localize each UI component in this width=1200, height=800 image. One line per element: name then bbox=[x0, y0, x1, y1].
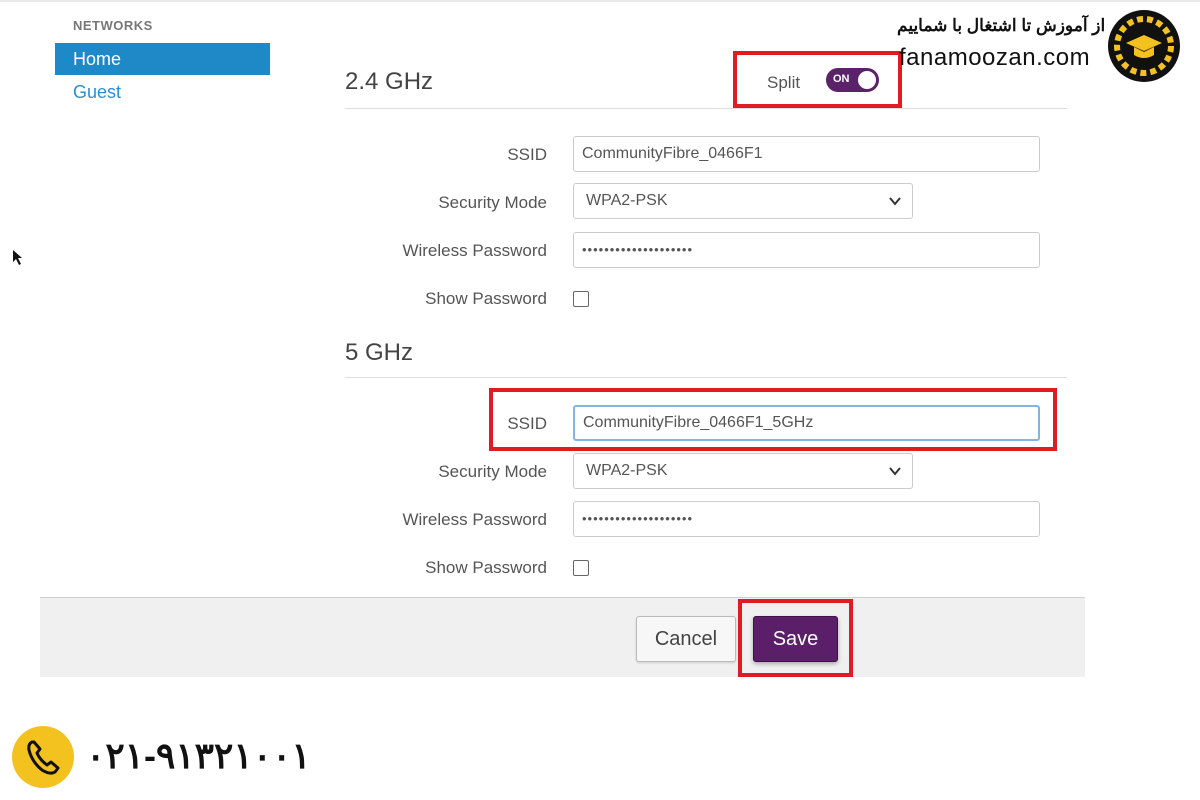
toggle-knob bbox=[858, 71, 876, 89]
brand-site: fanamoozan.com bbox=[899, 44, 1091, 71]
ssid-input-5[interactable] bbox=[573, 405, 1040, 441]
show-password-label-5: Show Password bbox=[425, 558, 547, 577]
ssid-label-24: SSID bbox=[507, 145, 547, 164]
ssid-input-24[interactable] bbox=[573, 136, 1040, 172]
wireless-password-input-24[interactable]: •••••••••••••••••••• bbox=[573, 232, 1040, 268]
sidebar-item-home[interactable]: Home bbox=[55, 43, 270, 75]
security-mode-value-24: WPA2-PSK bbox=[586, 192, 668, 209]
save-button[interactable]: Save bbox=[753, 616, 838, 662]
show-password-checkbox-24[interactable] bbox=[573, 291, 589, 307]
security-mode-label-24: Security Mode bbox=[438, 193, 547, 212]
phone-number: ۰۲۱-۹۱۳۲۱۰۰۱ bbox=[86, 735, 311, 776]
section-divider bbox=[345, 108, 1067, 109]
section-title-5ghz: 5 GHz bbox=[345, 339, 414, 366]
show-password-checkbox-5[interactable] bbox=[573, 560, 589, 576]
split-toggle[interactable]: ON bbox=[826, 68, 879, 92]
action-bar bbox=[40, 597, 1085, 677]
sidebar-item-guest[interactable]: Guest bbox=[55, 76, 270, 108]
chevron-down-icon bbox=[889, 467, 901, 476]
security-mode-value-5: WPA2-PSK bbox=[586, 462, 668, 479]
chevron-down-icon bbox=[889, 197, 901, 206]
top-border bbox=[0, 0, 1200, 2]
wireless-password-label-5: Wireless Password bbox=[402, 510, 547, 529]
brand-tagline: از آموزش تا اشتغال با شماییم bbox=[897, 16, 1106, 35]
phone-icon bbox=[12, 726, 74, 788]
graduation-cap-logo bbox=[1108, 10, 1180, 82]
mouse-cursor-icon bbox=[13, 250, 22, 265]
wireless-password-input-5[interactable]: •••••••••••••••••••• bbox=[573, 501, 1040, 537]
networks-heading: NETWORKS bbox=[73, 18, 153, 33]
toggle-state: ON bbox=[833, 73, 850, 85]
split-label: Split bbox=[767, 73, 801, 92]
show-password-label-24: Show Password bbox=[425, 289, 547, 308]
ssid-label-5: SSID bbox=[507, 414, 547, 433]
security-mode-select-5[interactable]: WPA2-PSK bbox=[573, 453, 913, 489]
security-mode-select-24[interactable]: WPA2-PSK bbox=[573, 183, 913, 219]
security-mode-label-5: Security Mode bbox=[438, 462, 547, 481]
wireless-password-label-24: Wireless Password bbox=[402, 241, 547, 260]
cancel-button[interactable]: Cancel bbox=[636, 616, 736, 662]
section-title-24ghz: 2.4 GHz bbox=[345, 68, 434, 95]
section-divider bbox=[345, 377, 1067, 378]
